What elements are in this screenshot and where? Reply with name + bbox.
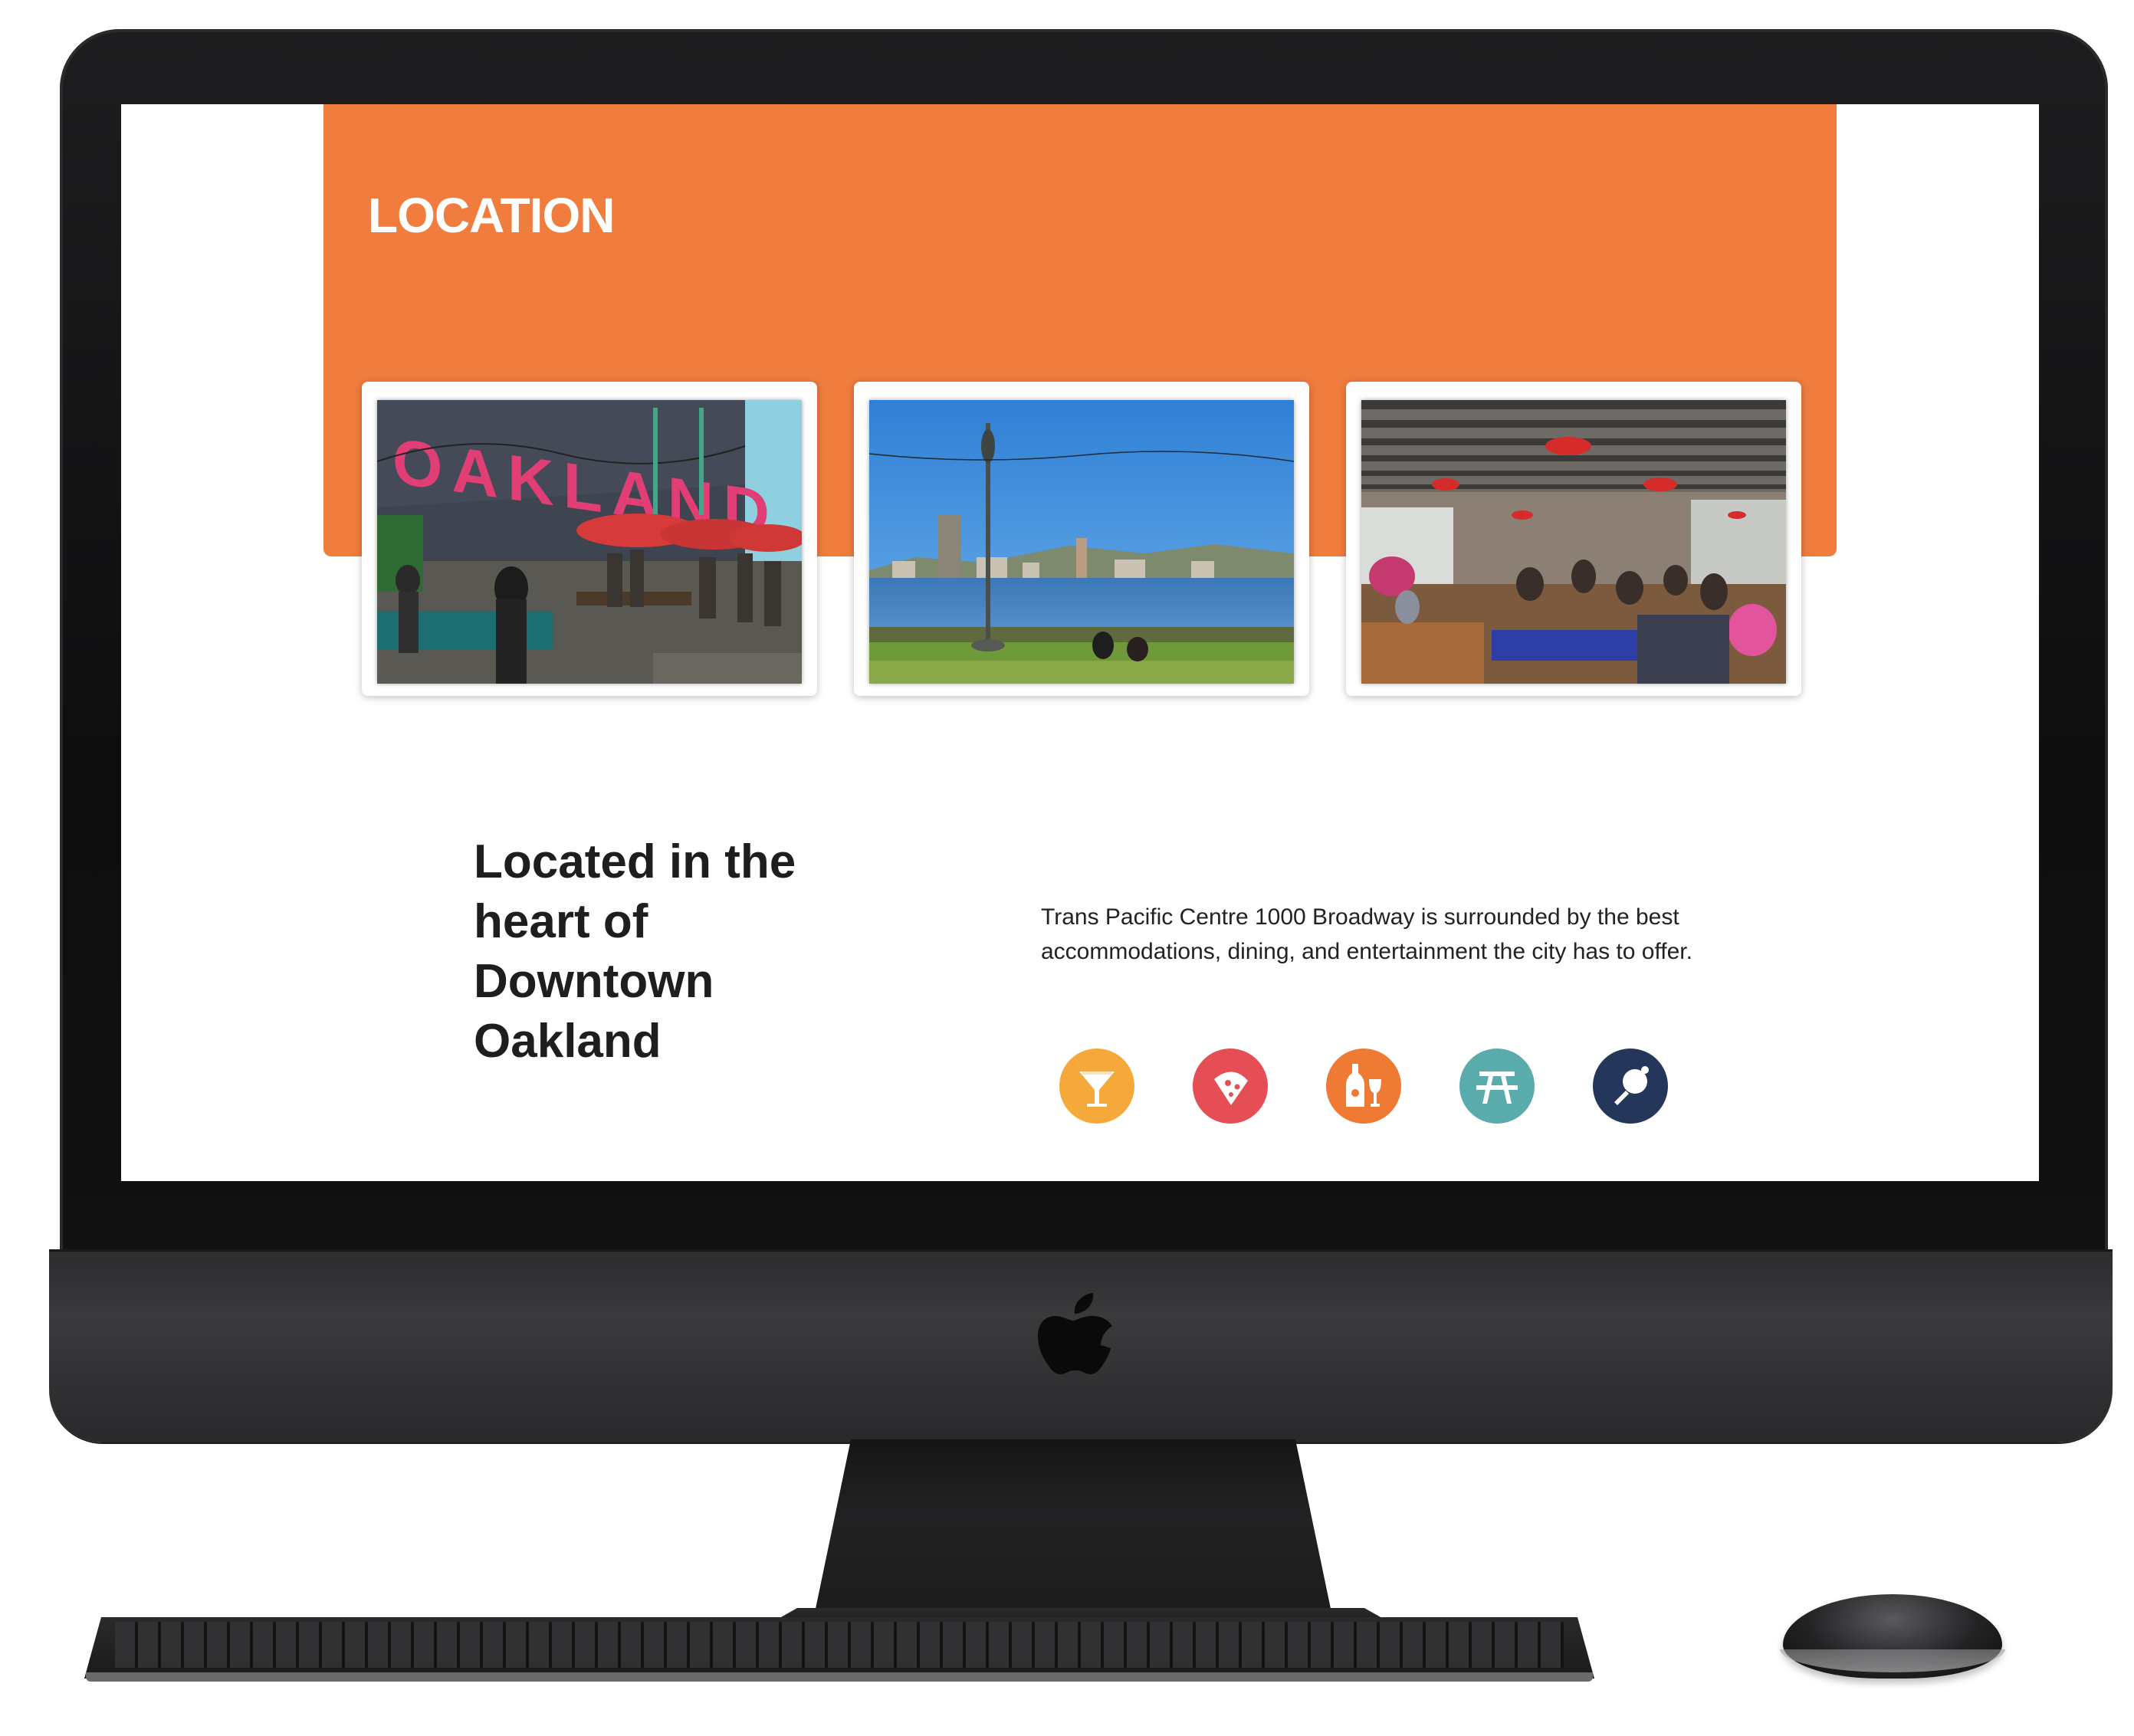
browser-viewport: LOCATION OAKLAND Located in the heart of…: [121, 104, 2039, 1181]
apple-logo-icon: [1038, 1293, 1112, 1374]
photo-card-lake-merritt: [854, 382, 1309, 696]
intro-description: Trans Pacific Centre 1000 Broadway is su…: [1041, 904, 1692, 964]
keyboard-keys: [115, 1622, 1564, 1668]
keyboard-edge: [86, 1672, 1593, 1682]
cocktail-icon[interactable]: [1059, 1048, 1134, 1124]
section-title: LOCATION: [368, 188, 615, 243]
lake-merritt-photo: [869, 400, 1294, 684]
ping-pong-paddle-icon[interactable]: [1593, 1048, 1668, 1124]
imac-stand: [813, 1439, 1334, 1623]
intro-heading: Located in the heart of Downtown Oakland: [474, 835, 796, 1068]
wine-bottle-glass-icon[interactable]: [1326, 1048, 1401, 1124]
photo-card-food-hall: [1346, 382, 1801, 696]
picnic-table-icon[interactable]: [1459, 1048, 1535, 1124]
food-hall-photo: [1361, 400, 1786, 684]
pizza-icon[interactable]: [1193, 1048, 1268, 1124]
photo-card-oakland-mural: OAKLAND: [362, 382, 817, 696]
oakland-mural-photo: OAKLAND: [377, 400, 802, 684]
